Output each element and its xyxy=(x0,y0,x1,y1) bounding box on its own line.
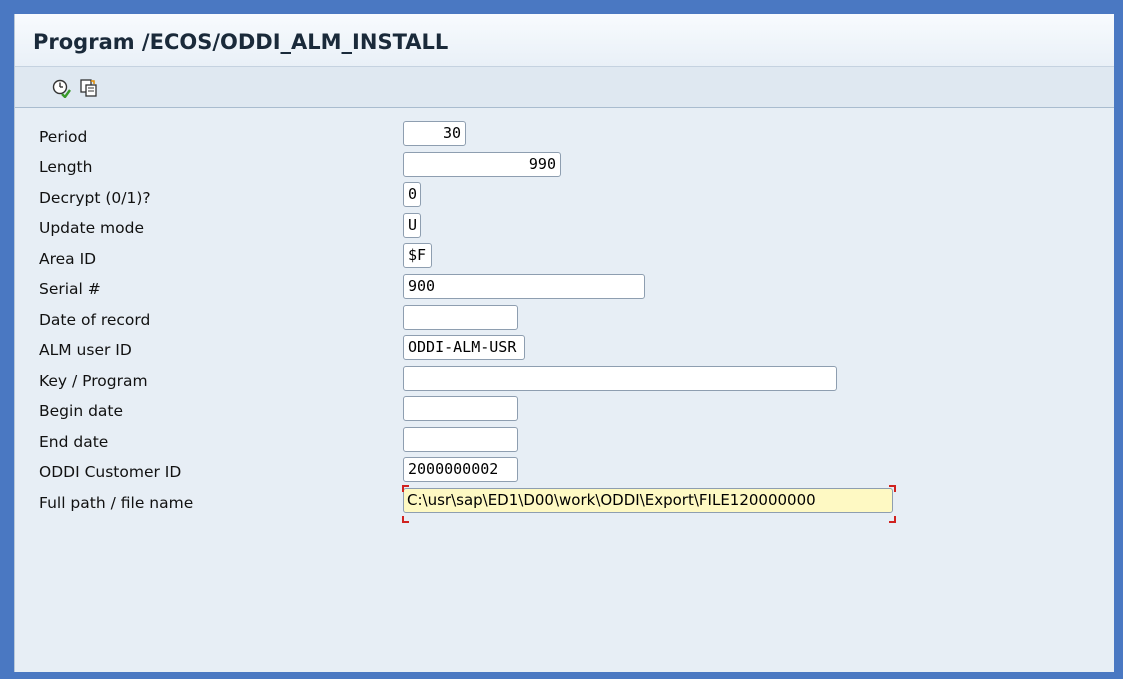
period-label: Period xyxy=(39,128,88,146)
page-title: Program /ECOS/ODDI_ALM_INSTALL xyxy=(33,30,449,54)
decrypt-input[interactable]: 0 xyxy=(403,182,421,207)
length-input[interactable]: 990 xyxy=(403,152,561,177)
begin-date-input[interactable] xyxy=(403,396,518,421)
application-toolbar xyxy=(15,67,1114,108)
required-marker xyxy=(889,485,896,492)
date-of-record-label: Date of record xyxy=(39,311,151,329)
key-program-input[interactable] xyxy=(403,366,837,391)
program-window: Program /ECOS/ODDI_ALM_INSTALL Period 30… xyxy=(14,14,1114,672)
serial-label: Serial # xyxy=(39,280,101,298)
oddi-customer-id-input[interactable]: 2000000002 xyxy=(403,457,518,482)
oddi-customer-id-label: ODDI Customer ID xyxy=(39,463,182,481)
alm-user-id-label: ALM user ID xyxy=(39,341,132,359)
decrypt-label: Decrypt (0/1)? xyxy=(39,189,151,207)
key-program-label: Key / Program xyxy=(39,372,148,390)
serial-input[interactable]: 900 xyxy=(403,274,645,299)
begin-date-label: Begin date xyxy=(39,402,124,420)
required-marker xyxy=(889,516,896,523)
alm-user-id-input[interactable]: ODDI-ALM-USR xyxy=(403,335,525,360)
end-date-label: End date xyxy=(39,433,109,451)
full-path-label: Full path / file name xyxy=(39,494,194,512)
area-id-input[interactable]: $F xyxy=(403,243,432,268)
update-mode-label: Update mode xyxy=(39,219,145,237)
period-input[interactable]: 30 xyxy=(403,121,466,146)
required-marker xyxy=(402,516,409,523)
end-date-input[interactable] xyxy=(403,427,518,452)
execute-clock-icon[interactable] xyxy=(51,78,71,99)
area-id-label: Area ID xyxy=(39,250,97,268)
update-mode-input[interactable]: U xyxy=(403,213,421,238)
get-variant-icon[interactable] xyxy=(79,78,99,98)
length-label: Length xyxy=(39,158,93,176)
title-bar: Program /ECOS/ODDI_ALM_INSTALL xyxy=(15,14,1114,67)
full-path-input[interactable]: C:\usr\sap\ED1\D00\work\ODDI\Export\FILE… xyxy=(403,488,893,513)
required-marker xyxy=(402,485,409,492)
date-of-record-input[interactable] xyxy=(403,305,518,330)
